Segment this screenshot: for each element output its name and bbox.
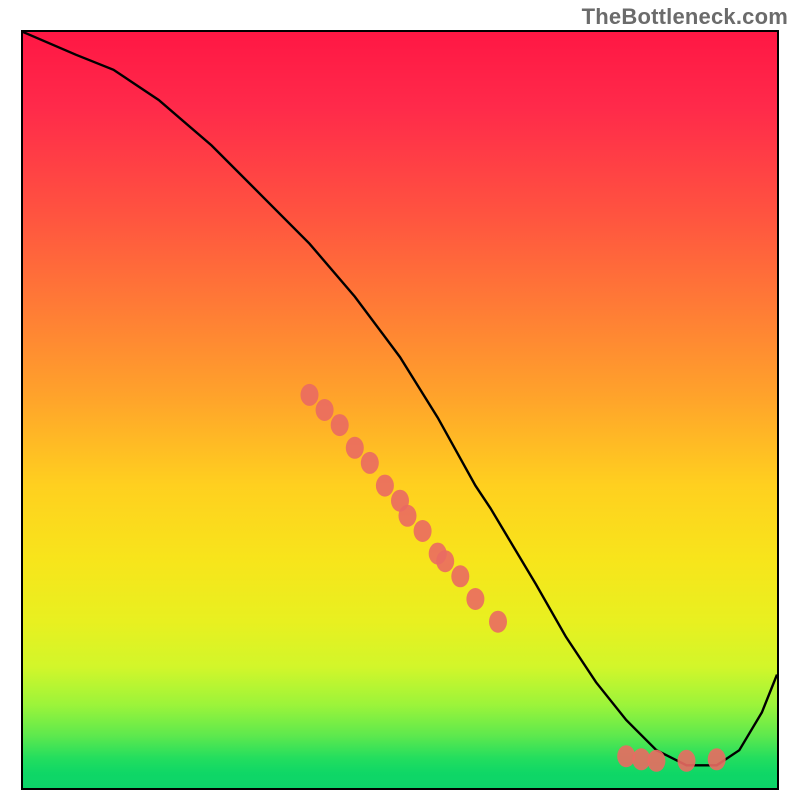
- marker-dot: [489, 611, 507, 633]
- marker-dot: [376, 475, 394, 497]
- marker-dot: [708, 748, 726, 770]
- curve-layer: [23, 32, 777, 788]
- marker-dot: [316, 399, 334, 421]
- marker-dot: [346, 437, 364, 459]
- marker-dot: [451, 565, 469, 587]
- highlighted-points: [301, 384, 726, 772]
- marker-dot: [466, 588, 484, 610]
- plot-frame: [21, 30, 779, 790]
- attribution-text: TheBottleneck.com: [582, 4, 788, 30]
- marker-dot: [414, 520, 432, 542]
- marker-dot: [647, 750, 665, 772]
- marker-dot: [436, 550, 454, 572]
- marker-dot: [678, 750, 696, 772]
- marker-dot: [331, 414, 349, 436]
- marker-dot: [617, 745, 635, 767]
- chart-stage: TheBottleneck.com: [0, 0, 800, 800]
- marker-dot: [399, 505, 417, 527]
- bottleneck-curve: [23, 32, 777, 765]
- marker-dot: [361, 452, 379, 474]
- marker-dot: [301, 384, 319, 406]
